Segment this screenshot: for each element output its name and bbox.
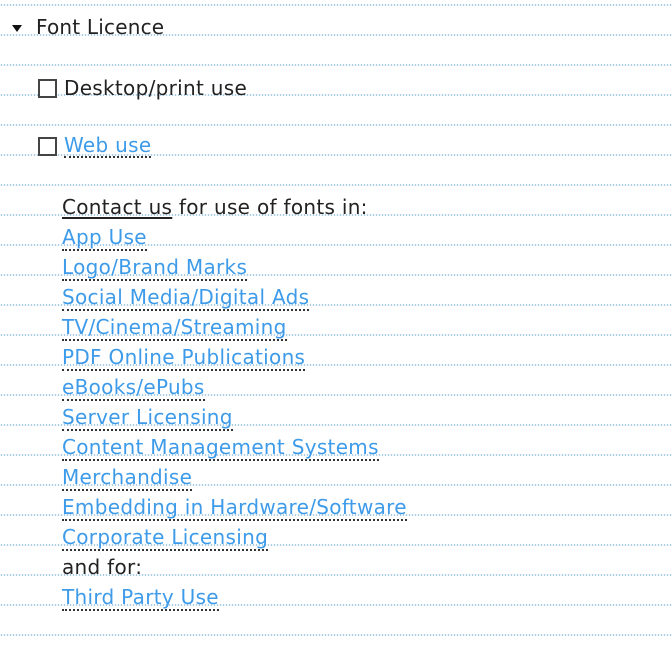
- desktop-print-checkbox[interactable]: [38, 78, 57, 98]
- use-item-pdf: PDF Online Publications: [62, 343, 662, 373]
- logo-brand-marks-link[interactable]: Logo/Brand Marks: [62, 255, 248, 281]
- use-item-server: Server Licensing: [62, 403, 662, 433]
- font-licence-toggle[interactable]: Font Licence: [12, 14, 164, 40]
- server-licensing-link[interactable]: Server Licensing: [62, 405, 233, 431]
- use-item-logo: Logo/Brand Marks: [62, 253, 662, 283]
- section-title: Font Licence: [36, 15, 165, 39]
- use-item-merch: Merchandise: [62, 463, 662, 493]
- contact-us-link[interactable]: Contact us: [62, 195, 172, 219]
- use-item-cms: Content Management Systems: [62, 433, 662, 463]
- use-item-app: App Use: [62, 223, 662, 253]
- font-licence-panel: Font Licence Desktop/print use Web use C…: [0, 0, 672, 652]
- use-item-social: Social Media/Digital Ads: [62, 283, 662, 313]
- use-item-tv: TV/Cinema/Streaming: [62, 313, 662, 343]
- corporate-licensing-link[interactable]: Corporate Licensing: [62, 525, 269, 551]
- desktop-print-option[interactable]: Desktop/print use: [38, 76, 247, 100]
- caret-down-icon: [12, 24, 22, 32]
- contact-block: Contact us for use of fonts in: App Use …: [62, 193, 662, 613]
- contact-suffix: for use of fonts in:: [172, 195, 368, 219]
- tv-cinema-streaming-link[interactable]: TV/Cinema/Streaming: [62, 315, 287, 341]
- merchandise-link[interactable]: Merchandise: [62, 465, 193, 491]
- pdf-online-publications-link[interactable]: PDF Online Publications: [62, 345, 306, 371]
- embedding-hardware-software-link[interactable]: Embedding in Hardware/Software: [62, 495, 407, 521]
- content-management-systems-link[interactable]: Content Management Systems: [62, 435, 379, 461]
- web-use-option[interactable]: Web use: [38, 135, 152, 158]
- contact-line: Contact us for use of fonts in:: [62, 193, 662, 223]
- ebooks-epubs-link[interactable]: eBooks/ePubs: [62, 375, 205, 401]
- web-use-checkbox[interactable]: [38, 137, 57, 156]
- third-party-use-link[interactable]: Third Party Use: [62, 585, 219, 611]
- app-use-link[interactable]: App Use: [62, 225, 147, 251]
- social-media-digital-ads-link[interactable]: Social Media/Digital Ads: [62, 285, 310, 311]
- desktop-print-label: Desktop/print use: [64, 76, 248, 100]
- and-for-line: and for:: [62, 553, 662, 583]
- use-item-ebooks: eBooks/ePubs: [62, 373, 662, 403]
- use-item-third-party: Third Party Use: [62, 583, 662, 613]
- and-for-text: and for:: [62, 555, 143, 579]
- use-item-embedding: Embedding in Hardware/Software: [62, 493, 662, 523]
- use-item-corporate: Corporate Licensing: [62, 523, 662, 553]
- web-use-link[interactable]: Web use: [64, 135, 152, 158]
